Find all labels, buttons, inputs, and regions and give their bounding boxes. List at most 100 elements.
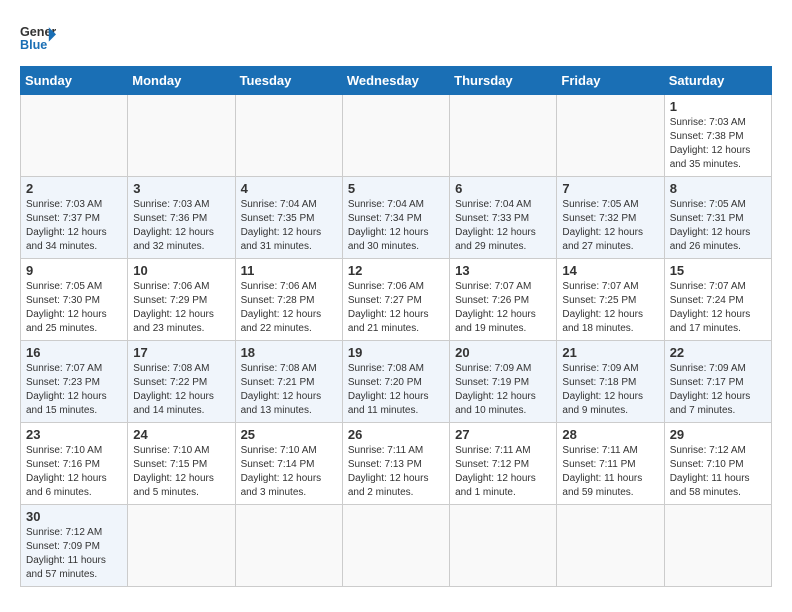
day-info: Sunrise: 7:04 AM Sunset: 7:33 PM Dayligh…: [455, 198, 551, 254]
day-info: Sunrise: 7:11 AM Sunset: 7:13 PM Dayligh…: [348, 444, 444, 500]
column-header-friday: Friday: [557, 67, 664, 95]
sunset-text: Sunset: 7:35 PM: [241, 213, 315, 224]
calendar-cell: 17 Sunrise: 7:08 AM Sunset: 7:22 PM Dayl…: [128, 341, 235, 423]
daylight-text: Daylight: 12 hours and 27 minutes.: [562, 227, 643, 252]
day-number: 8: [670, 181, 766, 196]
daylight-text: Daylight: 12 hours and 5 minutes.: [133, 473, 214, 498]
day-number: 26: [348, 427, 444, 442]
day-info: Sunrise: 7:10 AM Sunset: 7:14 PM Dayligh…: [241, 444, 337, 500]
calendar-cell: [664, 505, 771, 587]
day-number: 16: [26, 345, 122, 360]
daylight-text: Daylight: 12 hours and 34 minutes.: [26, 227, 107, 252]
sunset-text: Sunset: 7:30 PM: [26, 295, 100, 306]
day-number: 27: [455, 427, 551, 442]
day-number: 6: [455, 181, 551, 196]
sunset-text: Sunset: 7:14 PM: [241, 459, 315, 470]
day-info: Sunrise: 7:06 AM Sunset: 7:27 PM Dayligh…: [348, 280, 444, 336]
calendar-cell: 9 Sunrise: 7:05 AM Sunset: 7:30 PM Dayli…: [21, 259, 128, 341]
day-number: 10: [133, 263, 229, 278]
sunset-text: Sunset: 7:16 PM: [26, 459, 100, 470]
column-header-sunday: Sunday: [21, 67, 128, 95]
day-number: 7: [562, 181, 658, 196]
sunrise-text: Sunrise: 7:12 AM: [670, 445, 746, 456]
day-info: Sunrise: 7:07 AM Sunset: 7:23 PM Dayligh…: [26, 362, 122, 418]
day-info: Sunrise: 7:06 AM Sunset: 7:28 PM Dayligh…: [241, 280, 337, 336]
calendar-cell: 26 Sunrise: 7:11 AM Sunset: 7:13 PM Dayl…: [342, 423, 449, 505]
day-number: 3: [133, 181, 229, 196]
daylight-text: Daylight: 12 hours and 29 minutes.: [455, 227, 536, 252]
calendar-week-row: 1 Sunrise: 7:03 AM Sunset: 7:38 PM Dayli…: [21, 95, 772, 177]
calendar-cell: 12 Sunrise: 7:06 AM Sunset: 7:27 PM Dayl…: [342, 259, 449, 341]
sunset-text: Sunset: 7:36 PM: [133, 213, 207, 224]
day-number: 29: [670, 427, 766, 442]
daylight-text: Daylight: 12 hours and 7 minutes.: [670, 391, 751, 416]
sunset-text: Sunset: 7:24 PM: [670, 295, 744, 306]
daylight-text: Daylight: 12 hours and 25 minutes.: [26, 309, 107, 334]
sunset-text: Sunset: 7:33 PM: [455, 213, 529, 224]
calendar-cell: 8 Sunrise: 7:05 AM Sunset: 7:31 PM Dayli…: [664, 177, 771, 259]
day-number: 28: [562, 427, 658, 442]
sunset-text: Sunset: 7:29 PM: [133, 295, 207, 306]
sunset-text: Sunset: 7:26 PM: [455, 295, 529, 306]
calendar-cell: [450, 95, 557, 177]
day-number: 13: [455, 263, 551, 278]
sunset-text: Sunset: 7:09 PM: [26, 541, 100, 552]
calendar-cell: [557, 505, 664, 587]
column-header-saturday: Saturday: [664, 67, 771, 95]
calendar-cell: [342, 95, 449, 177]
day-number: 15: [670, 263, 766, 278]
daylight-text: Daylight: 12 hours and 3 minutes.: [241, 473, 322, 498]
sunset-text: Sunset: 7:15 PM: [133, 459, 207, 470]
calendar-cell: 2 Sunrise: 7:03 AM Sunset: 7:37 PM Dayli…: [21, 177, 128, 259]
daylight-text: Daylight: 12 hours and 6 minutes.: [26, 473, 107, 498]
sunset-text: Sunset: 7:10 PM: [670, 459, 744, 470]
calendar-cell: 28 Sunrise: 7:11 AM Sunset: 7:11 PM Dayl…: [557, 423, 664, 505]
daylight-text: Daylight: 12 hours and 15 minutes.: [26, 391, 107, 416]
day-number: 21: [562, 345, 658, 360]
day-number: 5: [348, 181, 444, 196]
sunrise-text: Sunrise: 7:08 AM: [241, 363, 317, 374]
daylight-text: Daylight: 12 hours and 30 minutes.: [348, 227, 429, 252]
day-info: Sunrise: 7:07 AM Sunset: 7:25 PM Dayligh…: [562, 280, 658, 336]
daylight-text: Daylight: 12 hours and 17 minutes.: [670, 309, 751, 334]
sunrise-text: Sunrise: 7:11 AM: [562, 445, 637, 456]
svg-text:Blue: Blue: [20, 38, 47, 52]
sunrise-text: Sunrise: 7:08 AM: [348, 363, 424, 374]
day-number: 18: [241, 345, 337, 360]
daylight-text: Daylight: 12 hours and 13 minutes.: [241, 391, 322, 416]
sunrise-text: Sunrise: 7:11 AM: [348, 445, 423, 456]
daylight-text: Daylight: 12 hours and 18 minutes.: [562, 309, 643, 334]
day-number: 12: [348, 263, 444, 278]
daylight-text: Daylight: 12 hours and 21 minutes.: [348, 309, 429, 334]
calendar-cell: 29 Sunrise: 7:12 AM Sunset: 7:10 PM Dayl…: [664, 423, 771, 505]
sunset-text: Sunset: 7:20 PM: [348, 377, 422, 388]
calendar-week-row: 2 Sunrise: 7:03 AM Sunset: 7:37 PM Dayli…: [21, 177, 772, 259]
sunrise-text: Sunrise: 7:06 AM: [133, 281, 209, 292]
calendar-cell: [21, 95, 128, 177]
day-info: Sunrise: 7:10 AM Sunset: 7:15 PM Dayligh…: [133, 444, 229, 500]
sunrise-text: Sunrise: 7:04 AM: [241, 199, 317, 210]
sunset-text: Sunset: 7:17 PM: [670, 377, 744, 388]
calendar-cell: 10 Sunrise: 7:06 AM Sunset: 7:29 PM Dayl…: [128, 259, 235, 341]
day-number: 4: [241, 181, 337, 196]
sunrise-text: Sunrise: 7:06 AM: [348, 281, 424, 292]
calendar-cell: [235, 505, 342, 587]
daylight-text: Daylight: 12 hours and 26 minutes.: [670, 227, 751, 252]
day-info: Sunrise: 7:03 AM Sunset: 7:38 PM Dayligh…: [670, 116, 766, 172]
day-number: 30: [26, 509, 122, 524]
sunrise-text: Sunrise: 7:09 AM: [670, 363, 746, 374]
daylight-text: Daylight: 12 hours and 22 minutes.: [241, 309, 322, 334]
sunrise-text: Sunrise: 7:05 AM: [670, 199, 746, 210]
calendar-cell: 13 Sunrise: 7:07 AM Sunset: 7:26 PM Dayl…: [450, 259, 557, 341]
sunrise-text: Sunrise: 7:03 AM: [26, 199, 102, 210]
daylight-text: Daylight: 11 hours and 57 minutes.: [26, 555, 106, 580]
day-info: Sunrise: 7:11 AM Sunset: 7:12 PM Dayligh…: [455, 444, 551, 500]
daylight-text: Daylight: 12 hours and 14 minutes.: [133, 391, 214, 416]
sunrise-text: Sunrise: 7:06 AM: [241, 281, 317, 292]
day-info: Sunrise: 7:07 AM Sunset: 7:26 PM Dayligh…: [455, 280, 551, 336]
daylight-text: Daylight: 12 hours and 32 minutes.: [133, 227, 214, 252]
calendar-cell: 4 Sunrise: 7:04 AM Sunset: 7:35 PM Dayli…: [235, 177, 342, 259]
daylight-text: Daylight: 12 hours and 10 minutes.: [455, 391, 536, 416]
day-number: 19: [348, 345, 444, 360]
day-info: Sunrise: 7:09 AM Sunset: 7:17 PM Dayligh…: [670, 362, 766, 418]
